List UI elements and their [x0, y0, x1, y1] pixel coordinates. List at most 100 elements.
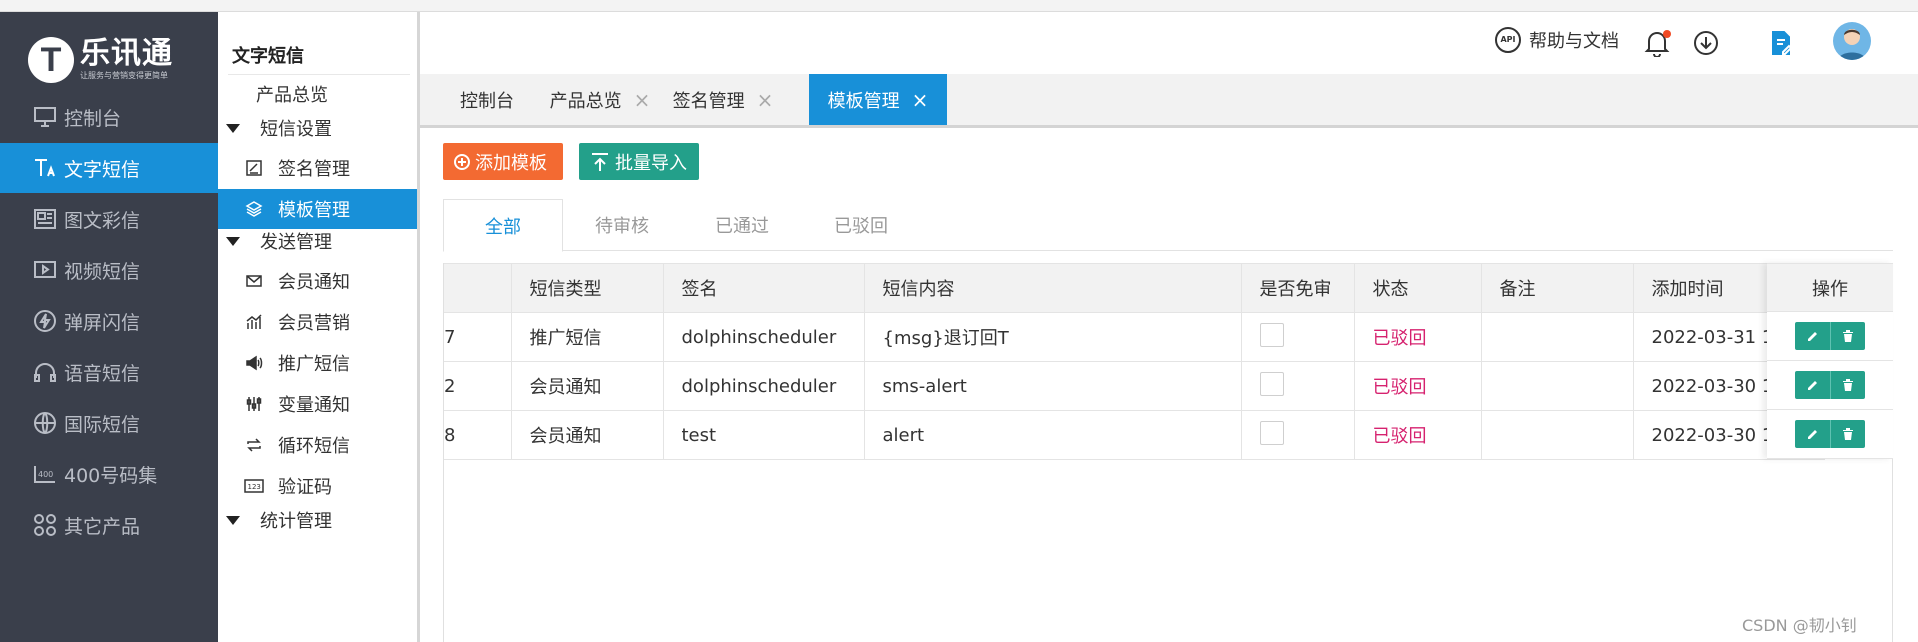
tab-label: 模板管理	[827, 90, 900, 112]
cell-note	[1481, 361, 1634, 411]
tab-label: 产品总览	[549, 90, 622, 112]
apps-icon	[30, 512, 60, 538]
edit-button[interactable]	[1795, 420, 1830, 448]
submenu-group-sms-settings[interactable]: 短信设置	[218, 108, 417, 148]
tab-label: 签名管理	[672, 90, 745, 112]
nav-label: 文字短信	[64, 158, 141, 181]
mail-icon	[244, 271, 264, 291]
submenu-item-loop-sms[interactable]: 循环短信	[218, 425, 417, 465]
nav-label: 语音短信	[64, 362, 141, 385]
add-template-button[interactable]: 添加模板	[443, 143, 563, 180]
cell-content: sms-alert	[864, 361, 1242, 411]
delete-button[interactable]	[1830, 371, 1865, 399]
nav-item-console[interactable]: 控制台	[0, 92, 218, 142]
delete-button[interactable]	[1830, 420, 1865, 448]
close-icon[interactable]: ×	[757, 88, 774, 112]
cell-status: 已驳回	[1354, 312, 1482, 362]
status-tab-all[interactable]: 全部	[443, 199, 563, 252]
flash-icon	[30, 308, 60, 334]
column-header-actions: 操作	[1767, 263, 1893, 312]
submenu-group-send[interactable]: 发送管理	[218, 221, 417, 261]
nav-item-flash-sms[interactable]: 弹屏闪信	[0, 296, 218, 346]
add-template-label: 添加模板	[475, 152, 547, 174]
main-sidebar: T 乐讯通 让服务与营销变得更简单 控制台 文字短信 图文彩信 视频短信 弹屏闪…	[0, 12, 218, 642]
exempt-checkbox[interactable]	[1259, 371, 1284, 396]
exempt-checkbox[interactable]	[1259, 322, 1284, 347]
signature-icon	[244, 158, 264, 178]
document-edit-icon[interactable]	[1766, 28, 1796, 58]
submenu-item-member-marketing[interactable]: 会员营销	[218, 302, 417, 342]
notification-dot	[1663, 30, 1671, 38]
nav-item-voice-sms[interactable]: 语音短信	[0, 347, 218, 397]
cell-type: 会员通知	[511, 410, 664, 460]
pencil-icon	[1807, 430, 1817, 439]
submenu-label: 推广短信	[278, 354, 350, 375]
watermark: CSDN @韧小钊	[1742, 616, 1857, 635]
table-header-row: 短信类型 签名 短信内容 是否免审 状态 备注 添加时间	[444, 263, 1825, 313]
nav-item-400-numbers[interactable]: 400 400号码集	[0, 449, 218, 499]
svg-text:400: 400	[38, 470, 53, 479]
brand-logo[interactable]: T 乐讯通 让服务与营销变得更简单	[28, 30, 173, 90]
close-icon[interactable]: ×	[634, 88, 651, 112]
status-tab-approved[interactable]: 已通过	[682, 199, 802, 251]
column-header-type: 短信类型	[511, 263, 664, 313]
close-icon[interactable]: ×	[912, 88, 929, 112]
notification-bell-icon[interactable]	[1642, 28, 1672, 58]
cell-type: 推广短信	[511, 312, 664, 362]
action-cell	[1767, 410, 1893, 459]
trash-icon	[1843, 379, 1853, 391]
layers-icon	[244, 199, 264, 219]
nav-item-video-sms[interactable]: 视频短信	[0, 245, 218, 295]
tab-template[interactable]: 模板管理 ×	[809, 74, 947, 125]
nav-label: 图文彩信	[64, 209, 141, 232]
template-table-body: 短信类型 签名 短信内容 是否免审 状态 备注 添加时间 7 推广短信 dolp…	[444, 263, 1825, 460]
megaphone-icon	[244, 353, 264, 373]
cell-exempt	[1241, 361, 1355, 411]
cell-id: 7	[444, 312, 512, 362]
api-icon: API	[1495, 27, 1521, 53]
nav-label: 国际短信	[64, 413, 141, 436]
nav-item-text-sms[interactable]: 文字短信	[0, 143, 218, 193]
exempt-checkbox[interactable]	[1259, 420, 1284, 445]
tab-label: 控制台	[460, 90, 514, 112]
caret-down-icon	[226, 236, 240, 246]
tab-console[interactable]: 控制台	[432, 74, 542, 125]
text-icon	[30, 155, 60, 181]
status-tab-pending[interactable]: 待审核	[562, 199, 682, 251]
column-header-sign: 签名	[663, 263, 865, 313]
nav-item-other-products[interactable]: 其它产品	[0, 500, 218, 550]
caret-down-icon	[226, 515, 240, 525]
submenu-item-variable-notice[interactable]: 变量通知	[218, 384, 417, 424]
nav-item-intl-sms[interactable]: 国际短信	[0, 398, 218, 448]
400-icon: 400	[30, 461, 60, 487]
submenu-item-member-notice[interactable]: 会员通知	[218, 261, 417, 301]
trash-icon	[1843, 330, 1853, 342]
video-icon	[30, 257, 60, 283]
action-cell	[1767, 312, 1893, 361]
submenu-label: 发送管理	[260, 232, 332, 253]
download-icon[interactable]	[1691, 28, 1721, 58]
user-avatar[interactable]	[1833, 22, 1871, 60]
nav-label: 控制台	[64, 107, 122, 130]
svg-text:123: 123	[248, 483, 261, 491]
cell-note	[1481, 410, 1634, 460]
template-table: 短信类型 签名 短信内容 是否免审 状态 备注 添加时间 7 推广短信 dolp…	[443, 263, 1893, 642]
help-docs-link[interactable]: API 帮助与文档	[1495, 27, 1619, 53]
cell-sign: dolphinscheduler	[663, 361, 865, 411]
tab-signature[interactable]: 签名管理 ×	[658, 74, 788, 125]
submenu-label: 会员营销	[278, 313, 350, 334]
nav-label: 弹屏闪信	[64, 311, 141, 334]
submenu-group-statistics[interactable]: 统计管理	[218, 500, 417, 540]
edit-button[interactable]	[1795, 322, 1830, 350]
plus-circle-icon	[453, 153, 471, 171]
submenu-item-promo-sms[interactable]: 推广短信	[218, 343, 417, 383]
batch-import-button[interactable]: 批量导入	[579, 143, 699, 180]
pencil-icon	[1807, 332, 1817, 341]
submenu-item-signature[interactable]: 签名管理	[218, 148, 417, 188]
tab-overview[interactable]: 产品总览 ×	[542, 74, 658, 125]
delete-button[interactable]	[1830, 322, 1865, 350]
nav-item-mms[interactable]: 图文彩信	[0, 194, 218, 244]
edit-button[interactable]	[1795, 371, 1830, 399]
column-header-note: 备注	[1481, 263, 1634, 313]
status-tab-rejected[interactable]: 已驳回	[801, 199, 921, 251]
